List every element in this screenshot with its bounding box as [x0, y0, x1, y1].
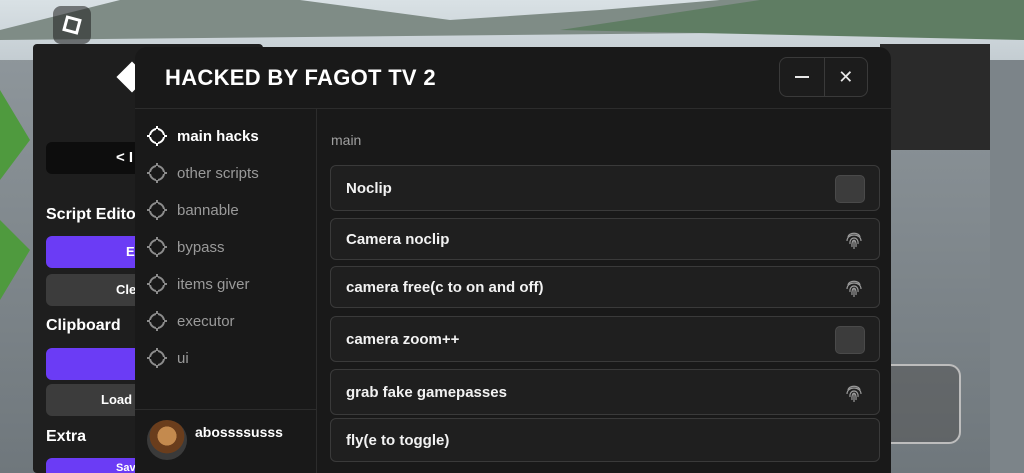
section-title: main [331, 132, 362, 148]
grab-fake-gamepasses-row[interactable]: grab fake gamepasses [330, 369, 880, 415]
close-button[interactable]: ✕ [823, 58, 868, 96]
title-bar[interactable]: HACKED BY FAGOT TV 2 ✕ [135, 47, 891, 109]
fingerprint-icon[interactable] [845, 383, 863, 403]
extra-heading: Extra [46, 428, 87, 445]
avatar [147, 420, 187, 460]
crosshair-icon [147, 126, 167, 146]
roblox-menu-button[interactable] [53, 6, 91, 44]
camera-free-row[interactable]: camera free(c to on and off) [330, 266, 880, 308]
background-side-box [880, 364, 961, 444]
sidebar-item-label: items giver [177, 275, 250, 293]
fly-row[interactable]: fly(e to toggle) [330, 418, 880, 462]
row-label: fly(e to toggle) [346, 432, 450, 449]
sidebar-item-items-giver[interactable]: items giver [147, 272, 250, 296]
row-label: Camera noclip [346, 231, 450, 248]
window-controls: ✕ [779, 57, 868, 97]
window-title: HACKED BY FAGOT TV 2 [165, 65, 436, 90]
crosshair-icon [147, 237, 167, 257]
camera-noclip-row[interactable]: Camera noclip [330, 218, 880, 260]
crosshair-icon [147, 348, 167, 368]
minus-icon [794, 76, 809, 78]
background-side-panel [880, 44, 990, 150]
sidebar-item-executor[interactable]: executor [147, 309, 235, 333]
sidebar-item-ui[interactable]: ui [147, 346, 189, 370]
crosshair-icon [147, 163, 167, 183]
crosshair-icon [147, 311, 167, 331]
main-content: main Noclip Camera noclip camera free(c … [318, 109, 891, 473]
row-label: grab fake gamepasses [346, 384, 507, 401]
sidebar-item-bannable[interactable]: bannable [147, 198, 239, 222]
hack-window: HACKED BY FAGOT TV 2 ✕ main hacks other … [135, 47, 891, 473]
fingerprint-icon[interactable] [845, 230, 863, 250]
row-label: camera free(c to on and off) [346, 279, 544, 296]
clipboard-heading: Clipboard [46, 317, 121, 334]
camera-zoom-row[interactable]: camera zoom++ [330, 316, 880, 362]
sidebar-item-label: bypass [177, 238, 225, 256]
minimize-button[interactable] [780, 58, 824, 96]
user-profile: abossssusss [135, 409, 317, 473]
row-label: Noclip [346, 180, 392, 197]
noclip-row[interactable]: Noclip [330, 165, 880, 211]
noclip-toggle[interactable] [835, 175, 865, 203]
sidebar-item-label: main hacks [177, 127, 259, 145]
camera-zoom-toggle[interactable] [835, 326, 865, 354]
script-editor-heading: Script Edito [46, 206, 136, 223]
crosshair-icon [147, 274, 167, 294]
sidebar-item-other-scripts[interactable]: other scripts [147, 161, 259, 185]
close-icon: ✕ [838, 66, 854, 87]
sidebar-item-label: ui [177, 349, 189, 367]
fingerprint-icon[interactable] [845, 278, 863, 298]
sidebar-item-main-hacks[interactable]: main hacks [147, 124, 259, 148]
sidebar-item-bypass[interactable]: bypass [147, 235, 225, 259]
crosshair-icon [147, 200, 167, 220]
sidebar-item-label: other scripts [177, 164, 259, 182]
username: abossssusss [195, 424, 283, 440]
roblox-logo-icon [62, 15, 82, 35]
row-label: camera zoom++ [346, 331, 460, 348]
sidebar-item-label: bannable [177, 201, 239, 219]
sidebar-item-label: executor [177, 312, 235, 330]
sidebar: main hacks other scripts bannable bypass… [135, 109, 317, 473]
